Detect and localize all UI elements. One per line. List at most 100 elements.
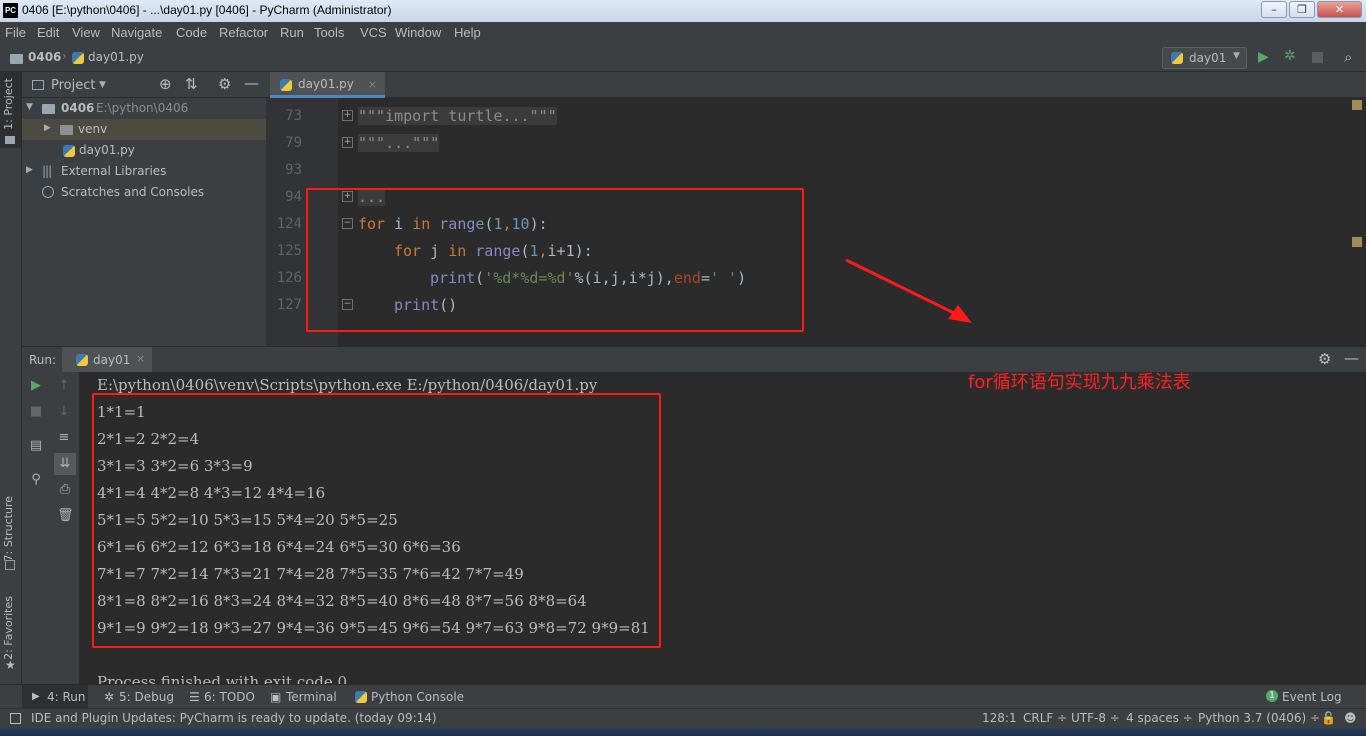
line-number: 124 [276,216,302,232]
run-panel-label: Run: [29,353,57,367]
tool-tab-run[interactable]: 4: Run [47,690,86,704]
tool-tab-event-log[interactable]: Event Log [1282,690,1342,704]
gear-icon[interactable]: ⚙ [1318,350,1331,368]
maximize-button[interactable]: ❐ [1289,1,1315,18]
hide-panel-icon[interactable]: — [244,74,259,92]
pin-icon[interactable]: ⚲ [28,472,44,488]
tree-item-external-libraries[interactable]: ▶ ||| External Libraries [22,161,266,182]
minimize-button[interactable]: – [1261,1,1287,18]
console-command-line: E:\python\0406\venv\Scripts\python.exe E… [97,376,598,394]
menu-navigate[interactable]: Navigate [111,25,162,40]
print-icon[interactable]: ⎙ [57,482,73,498]
trash-icon[interactable]: 🗑 [57,508,74,524]
menu-file[interactable]: File [5,25,26,40]
line-number: 73 [285,108,302,124]
collapse-all-icon[interactable]: ⇅ [185,75,198,93]
annotation-arrow-icon [845,258,972,323]
tree-item-scratches[interactable]: Scratches and Consoles [22,182,266,203]
folded-docstring[interactable]: """import turtle...""" [358,107,557,125]
todo-icon: ☰ [189,690,200,704]
line-separator[interactable]: CRLF ÷ [1023,711,1067,725]
inspector-icon[interactable]: ☻ [1344,711,1357,725]
file-encoding[interactable]: UTF-8 ÷ [1071,711,1120,725]
collapsed-arrow-icon[interactable]: ▶ [26,165,33,175]
debug-bug-icon[interactable]: ✲ [1284,48,1296,64]
tool-tab-todo[interactable]: 6: TODO [204,690,255,704]
run-config-selector[interactable]: day01 ▼ [1162,47,1247,69]
chevron-down-icon[interactable]: ▼ [99,80,106,90]
line-number: 126 [276,270,302,286]
folded-docstring[interactable]: """...""" [358,134,440,152]
close-button[interactable]: ✕ [1317,1,1362,18]
project-view-icon [32,80,44,90]
editor-tab-day01[interactable]: day01.py × [270,72,385,98]
indent-setting[interactable]: 4 spaces ÷ [1126,711,1193,725]
menu-edit[interactable]: Edit [37,25,59,40]
expand-fold-icon[interactable]: + [342,137,353,148]
close-tab-icon[interactable]: × [136,352,145,365]
scroll-down-icon[interactable]: ↓ [56,404,72,420]
tool-tab-debug[interactable]: 5: Debug [119,690,174,704]
tool-tab-structure[interactable]: 7: Structure [2,496,15,561]
rerun-icon[interactable]: ▶ [28,378,44,394]
stop-icon[interactable]: ■ [28,404,44,420]
status-toggle-icon[interactable] [10,713,21,724]
search-icon[interactable]: ⌕ [1344,48,1352,66]
file-label: day01.py [79,143,135,157]
tool-tab-python-console[interactable]: Python Console [371,690,464,704]
expand-fold-icon[interactable]: + [342,110,353,121]
python-config-icon [1171,52,1183,64]
external-libraries-label: External Libraries [61,164,167,178]
run-tab-day01[interactable]: day01 × [62,347,152,373]
gear-icon[interactable]: ⚙ [218,75,231,93]
tree-item-venv[interactable]: ▶ venv [22,119,266,140]
locate-target-icon[interactable]: ⊕ [159,75,172,93]
run-icon[interactable]: ▶ [1258,49,1269,65]
code-highlight-box [306,188,804,332]
breadcrumb-file[interactable]: day01.py [88,50,144,64]
menu-run[interactable]: Run [280,25,304,40]
menu-view[interactable]: View [72,25,100,40]
layout-icon[interactable]: ▤ [28,438,44,454]
caret-position[interactable]: 128:1 [982,711,1017,725]
project-view-label[interactable]: Project [51,78,95,93]
collapsed-arrow-icon[interactable]: ▶ [44,123,51,133]
breadcrumb-project[interactable]: 0406 [28,50,61,64]
scroll-to-end-icon[interactable]: ⇊ [57,456,73,472]
menu-tools[interactable]: Tools [314,25,344,40]
menu-help[interactable]: Help [454,25,481,40]
lock-icon[interactable]: 🔓 [1321,711,1336,725]
window-title: 0406 [E:\python\0406] - ...\day01.py [04… [22,3,392,17]
project-panel: Project ▼ ⊕ ⇅ ⚙ — ▼ 0406 E:\python\0406 … [22,72,266,346]
tree-root-0406[interactable]: ▼ 0406 E:\python\0406 [22,98,266,119]
scroll-up-icon[interactable]: ↑ [56,378,72,394]
menu-vcs[interactable]: VCS [360,25,387,40]
menu-refactor[interactable]: Refactor [219,25,268,40]
folder-icon [10,54,23,64]
line-number: 125 [276,243,302,259]
line-number: 94 [285,189,302,205]
status-message[interactable]: IDE and Plugin Updates: PyCharm is ready… [31,711,437,725]
tree-item-day01[interactable]: day01.py [22,140,266,161]
breadcrumb-separator-icon: › [62,49,67,63]
python-console-icon [355,691,367,703]
expanded-arrow-icon[interactable]: ▼ [26,102,33,112]
tool-tab-terminal[interactable]: Terminal [286,690,337,704]
stop-icon[interactable] [1312,52,1323,63]
hide-panel-icon[interactable]: — [1344,349,1359,367]
status-bar: IDE and Plugin Updates: PyCharm is ready… [0,708,1366,728]
run-config-label: day01 [1189,51,1227,65]
tool-tab-favorites[interactable]: 2: Favorites [2,596,15,660]
soft-wrap-icon[interactable]: ≡ [56,430,72,446]
close-tab-icon[interactable]: × [368,78,377,91]
tool-tab-project[interactable]: 1: Project [2,78,15,130]
menu-window[interactable]: Window [395,25,441,40]
menu-code[interactable]: Code [176,25,207,40]
root-name: 0406 [61,101,95,115]
inspection-warning-marker[interactable] [1352,100,1362,110]
os-taskbar [0,728,1366,736]
line-number: 93 [285,162,302,178]
inspection-warning-marker[interactable] [1352,237,1362,247]
editor-tab-label: day01.py [298,77,354,91]
python-interpreter[interactable]: Python 3.7 (0406) ÷ [1198,711,1320,725]
